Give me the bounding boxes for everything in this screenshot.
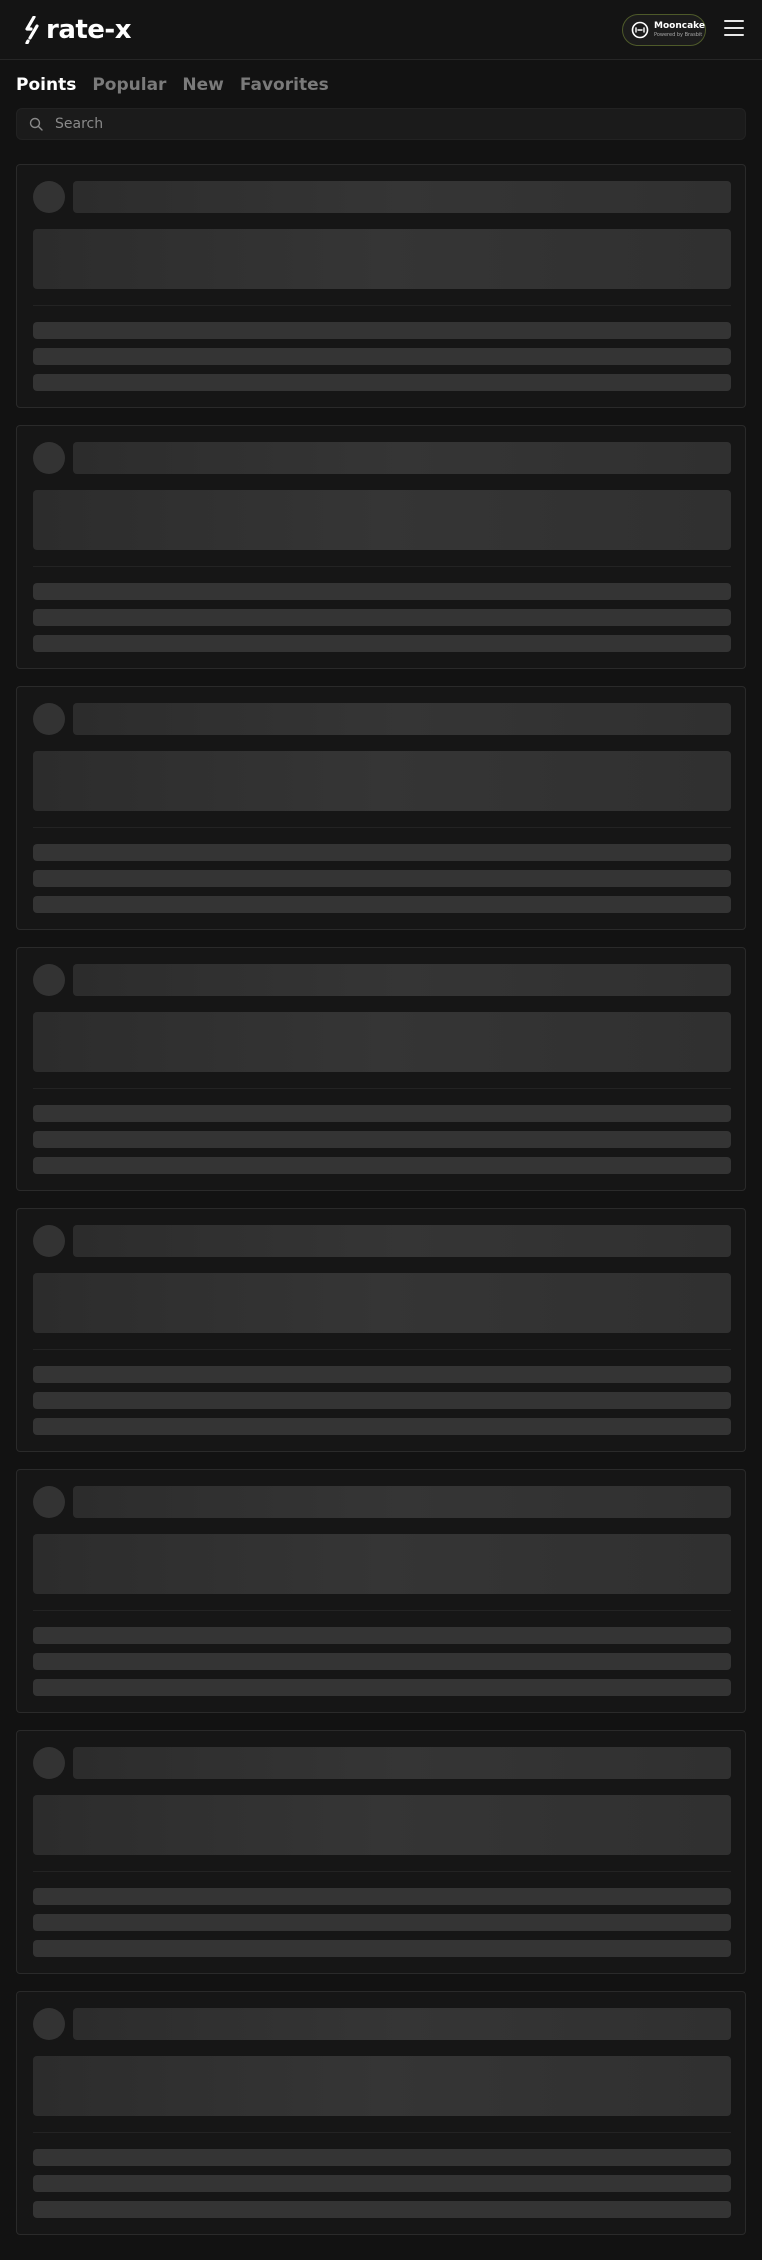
skeleton-line bbox=[33, 348, 731, 365]
loading-card bbox=[16, 1730, 746, 1974]
skeleton-line bbox=[33, 1940, 731, 1957]
search-bar[interactable] bbox=[16, 108, 746, 140]
loading-card bbox=[16, 425, 746, 669]
skeleton-line bbox=[33, 1131, 731, 1148]
skeleton-content-block bbox=[33, 1795, 731, 1855]
card-divider bbox=[33, 566, 731, 567]
skeleton-line bbox=[33, 2149, 731, 2166]
skeleton-avatar bbox=[33, 181, 65, 213]
skeleton-line bbox=[33, 870, 731, 887]
skeleton-line bbox=[33, 1679, 731, 1696]
menu-bar bbox=[724, 27, 744, 29]
skeleton-content-block bbox=[33, 751, 731, 811]
skeleton-line bbox=[33, 635, 731, 652]
skeleton-avatar bbox=[33, 1486, 65, 1518]
skeleton-avatar bbox=[33, 964, 65, 996]
skeleton-avatar bbox=[33, 1747, 65, 1779]
search-icon bbox=[29, 117, 43, 131]
skeleton-line bbox=[33, 1627, 731, 1644]
skeleton-avatar bbox=[33, 2008, 65, 2040]
loading-card bbox=[16, 1208, 746, 1452]
skeleton-line bbox=[33, 2175, 731, 2192]
menu-bar bbox=[724, 34, 744, 36]
mooncake-badge[interactable]: Mooncake Powered by Brasbit bbox=[622, 14, 706, 46]
card-divider bbox=[33, 1871, 731, 1872]
loading-card bbox=[16, 1469, 746, 1713]
loading-card bbox=[16, 686, 746, 930]
menu-bar bbox=[724, 20, 744, 22]
mooncake-icon bbox=[631, 21, 649, 39]
tab-new[interactable]: New bbox=[182, 75, 223, 95]
skeleton-line bbox=[33, 844, 731, 861]
tab-points[interactable]: Points bbox=[16, 75, 76, 95]
card-divider bbox=[33, 1610, 731, 1611]
skeleton-line bbox=[33, 1157, 731, 1174]
skeleton-line bbox=[33, 2201, 731, 2218]
skeleton-content-block bbox=[33, 2056, 731, 2116]
card-divider bbox=[33, 1088, 731, 1089]
card-divider bbox=[33, 2132, 731, 2133]
skeleton-avatar bbox=[33, 703, 65, 735]
top-header: rate-x Mooncake Powered by Brasbit bbox=[0, 0, 762, 60]
menu-icon[interactable] bbox=[724, 20, 744, 38]
skeleton-content-block bbox=[33, 229, 731, 289]
badge-subtitle: Powered by Brasbit bbox=[654, 32, 703, 38]
card-divider bbox=[33, 1349, 731, 1350]
skeleton-line bbox=[33, 1914, 731, 1931]
skeleton-line bbox=[33, 374, 731, 391]
tab-favorites[interactable]: Favorites bbox=[240, 75, 329, 95]
logo[interactable]: rate-x bbox=[24, 15, 132, 45]
skeleton-title bbox=[73, 703, 731, 735]
skeleton-title bbox=[73, 181, 731, 213]
skeleton-title bbox=[73, 1486, 731, 1518]
loading-card bbox=[16, 1991, 746, 2235]
skeleton-line bbox=[33, 322, 731, 339]
skeleton-content-block bbox=[33, 1012, 731, 1072]
skeleton-line bbox=[33, 896, 731, 913]
skeleton-avatar bbox=[33, 1225, 65, 1257]
skeleton-title bbox=[73, 442, 731, 474]
skeleton-line bbox=[33, 609, 731, 626]
skeleton-line bbox=[33, 1418, 731, 1435]
card-divider bbox=[33, 827, 731, 828]
logo-mark-icon bbox=[25, 16, 39, 44]
badge-title: Mooncake bbox=[654, 21, 705, 31]
skeleton-line bbox=[33, 1653, 731, 1670]
loading-card bbox=[16, 164, 746, 408]
skeleton-line bbox=[33, 1366, 731, 1383]
skeleton-line bbox=[33, 1105, 731, 1122]
skeleton-line bbox=[33, 583, 731, 600]
search-input[interactable] bbox=[53, 115, 713, 133]
skeleton-line bbox=[33, 1392, 731, 1409]
tab-popular[interactable]: Popular bbox=[92, 75, 166, 95]
skeleton-avatar bbox=[33, 442, 65, 474]
skeleton-content-block bbox=[33, 490, 731, 550]
logo-text: rate-x bbox=[46, 15, 132, 45]
loading-card bbox=[16, 947, 746, 1191]
skeleton-title bbox=[73, 964, 731, 996]
skeleton-title bbox=[73, 2008, 731, 2040]
category-tabs: Points Popular New Favorites bbox=[16, 70, 345, 100]
skeleton-line bbox=[33, 1888, 731, 1905]
skeleton-title bbox=[73, 1747, 731, 1779]
skeleton-content-block bbox=[33, 1273, 731, 1333]
card-divider bbox=[33, 305, 731, 306]
badge-text: Mooncake Powered by Brasbit bbox=[654, 22, 705, 38]
skeleton-title bbox=[73, 1225, 731, 1257]
skeleton-content-block bbox=[33, 1534, 731, 1594]
